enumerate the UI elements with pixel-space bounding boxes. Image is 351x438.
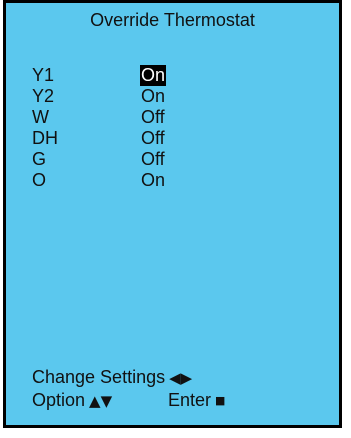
setting-label: W	[32, 107, 49, 127]
option-label: Option	[32, 390, 86, 410]
setting-label: G	[32, 149, 47, 169]
up-down-arrows-icon: ▲▼	[89, 392, 113, 410]
change-settings-label: Change Settings	[32, 367, 166, 387]
setting-value[interactable]: On	[140, 86, 166, 107]
left-right-arrows-icon: ◀▶	[169, 369, 193, 387]
enter-label: Enter	[168, 390, 212, 410]
option-enter-hint: Option ▲▼ Enter ■	[32, 390, 225, 411]
enter-hint: Enter ■	[168, 390, 225, 411]
setting-value[interactable]: On	[140, 170, 166, 191]
setting-value-selected[interactable]: On	[140, 65, 167, 86]
screen-title: Override Thermostat	[90, 10, 255, 30]
setting-label: O	[32, 170, 47, 190]
setting-label: DH	[32, 128, 58, 148]
setting-value[interactable]: Off	[140, 128, 166, 149]
thermostat-display: Override Thermostat Y1 On Y2 On W Off DH…	[3, 0, 342, 428]
change-settings-hint: Change Settings ◀▶	[32, 367, 192, 388]
setting-value[interactable]: Off	[140, 149, 166, 170]
square-icon: ■	[215, 394, 226, 407]
setting-value[interactable]: Off	[140, 107, 166, 128]
setting-label: Y1	[32, 65, 55, 85]
setting-label: Y2	[32, 86, 55, 106]
